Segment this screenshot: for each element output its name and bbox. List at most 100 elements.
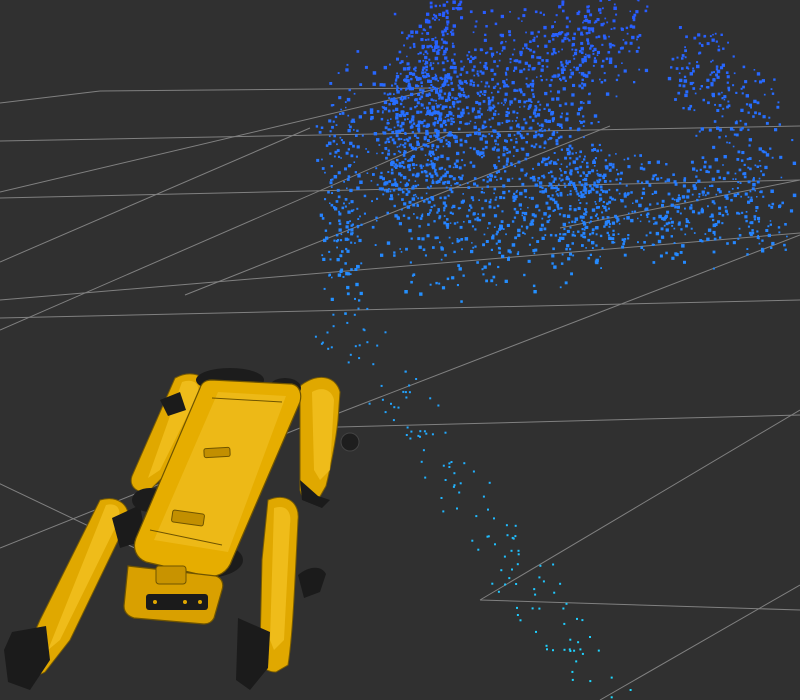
point [448,462,451,465]
point [505,159,509,163]
point [752,178,755,182]
point [407,96,410,99]
point [488,133,490,135]
3d-viewport[interactable] [0,0,800,700]
point [549,233,553,237]
point [542,580,545,583]
point [561,253,564,256]
point [497,239,501,243]
point [422,66,426,70]
point [569,69,572,71]
point [484,140,488,144]
point [448,165,452,168]
point [344,205,347,208]
point [406,139,410,142]
point [522,93,525,96]
point [630,191,633,194]
point [599,11,602,14]
point [539,103,542,106]
point [450,122,453,126]
point [704,233,707,235]
point [583,195,586,198]
point [409,261,412,264]
point [414,184,418,188]
point [709,73,712,76]
point [737,181,740,184]
point [329,130,332,133]
point [454,139,458,144]
point [533,145,536,149]
point [565,25,569,29]
point [713,267,715,270]
point [548,84,552,87]
point [511,120,514,122]
point [684,233,687,236]
point [516,563,519,566]
point [596,50,600,54]
point [318,130,322,134]
point [435,40,438,42]
point [515,140,518,144]
point [636,38,638,41]
point [334,150,338,154]
point [579,120,581,122]
point [399,72,402,75]
point [570,102,574,106]
point [471,539,474,542]
point [429,25,432,29]
point [326,331,329,334]
point [504,170,507,173]
point [543,159,546,162]
point [758,237,760,240]
point [393,406,396,409]
point [734,178,737,180]
point [559,582,562,585]
point [425,132,429,136]
point [481,93,484,95]
point [599,0,603,2]
point [543,25,547,30]
point [404,391,407,394]
point [354,242,356,244]
point [675,253,679,257]
point [754,111,757,115]
point [531,82,535,86]
point [435,102,437,105]
point [593,181,596,184]
point [471,107,475,111]
point [765,151,767,154]
point [578,71,581,74]
point [789,209,794,213]
point [546,157,549,160]
point [671,220,674,224]
point [554,234,558,237]
point [381,106,384,108]
scene-canvas[interactable] [0,0,800,700]
point [513,216,517,219]
point [757,234,759,237]
point [640,246,644,249]
point [394,214,398,218]
point [739,119,742,122]
point [638,203,642,208]
point [726,105,729,109]
point [469,162,472,164]
point [565,59,568,62]
point [522,47,525,50]
point [428,211,431,214]
point [652,261,656,264]
point [468,220,472,224]
point [609,223,611,226]
point [443,221,447,225]
point [556,97,560,101]
point [544,119,548,123]
point [557,75,559,78]
point [437,156,440,159]
point [479,70,482,73]
point [521,182,525,186]
point [461,248,463,251]
point [528,98,532,102]
point [605,92,610,96]
point [490,134,494,138]
point [590,27,594,31]
